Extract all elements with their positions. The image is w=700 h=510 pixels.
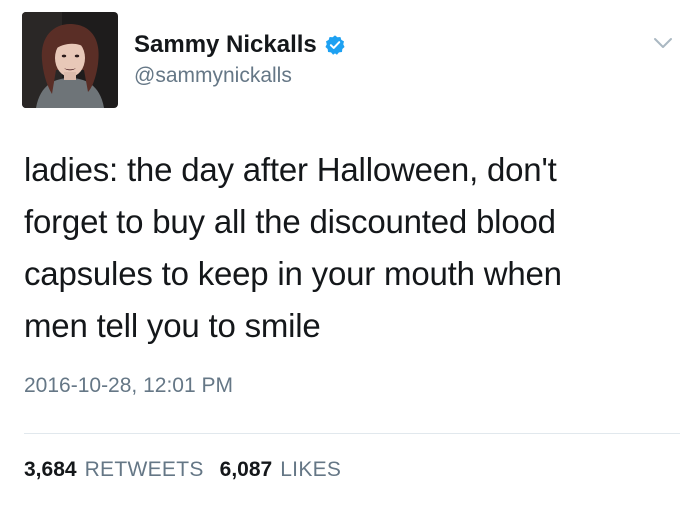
tweet-text: ladies: the day after Halloween, don't f… <box>24 144 684 352</box>
tweet-card: Sammy Nickalls @sammynickalls ladies: th… <box>0 0 700 510</box>
likes-label: LIKES <box>280 458 342 481</box>
display-name[interactable]: Sammy Nickalls <box>134 31 317 59</box>
tweet-menu-button[interactable] <box>652 36 674 50</box>
verified-badge-icon <box>325 35 345 55</box>
divider <box>24 433 680 434</box>
tweet-text-line: forget to buy all the discounted blood <box>24 203 556 240</box>
tweet-text-line: men tell you to smile <box>24 307 321 344</box>
retweets-stat[interactable]: 3,684 RETWEETS <box>24 458 204 482</box>
likes-count: 6,087 <box>219 458 273 481</box>
tweet-text-line: ladies: the day after Halloween, don't <box>24 151 557 188</box>
author-name-row: Sammy Nickalls <box>134 31 346 59</box>
author-handle[interactable]: @sammynickalls <box>134 64 292 88</box>
tweet-text-line: capsules to keep in your mouth when <box>24 255 562 292</box>
retweets-count: 3,684 <box>24 458 77 481</box>
avatar-image <box>22 12 118 108</box>
tweet-stats: 3,684 RETWEETS 6,087 LIKES <box>24 458 341 482</box>
likes-stat[interactable]: 6,087 LIKES <box>220 458 342 482</box>
avatar[interactable] <box>22 12 118 108</box>
chevron-down-icon <box>654 38 672 48</box>
retweets-label: RETWEETS <box>84 458 204 481</box>
tweet-timestamp[interactable]: 2016-10-28, 12:01 PM <box>24 374 233 398</box>
